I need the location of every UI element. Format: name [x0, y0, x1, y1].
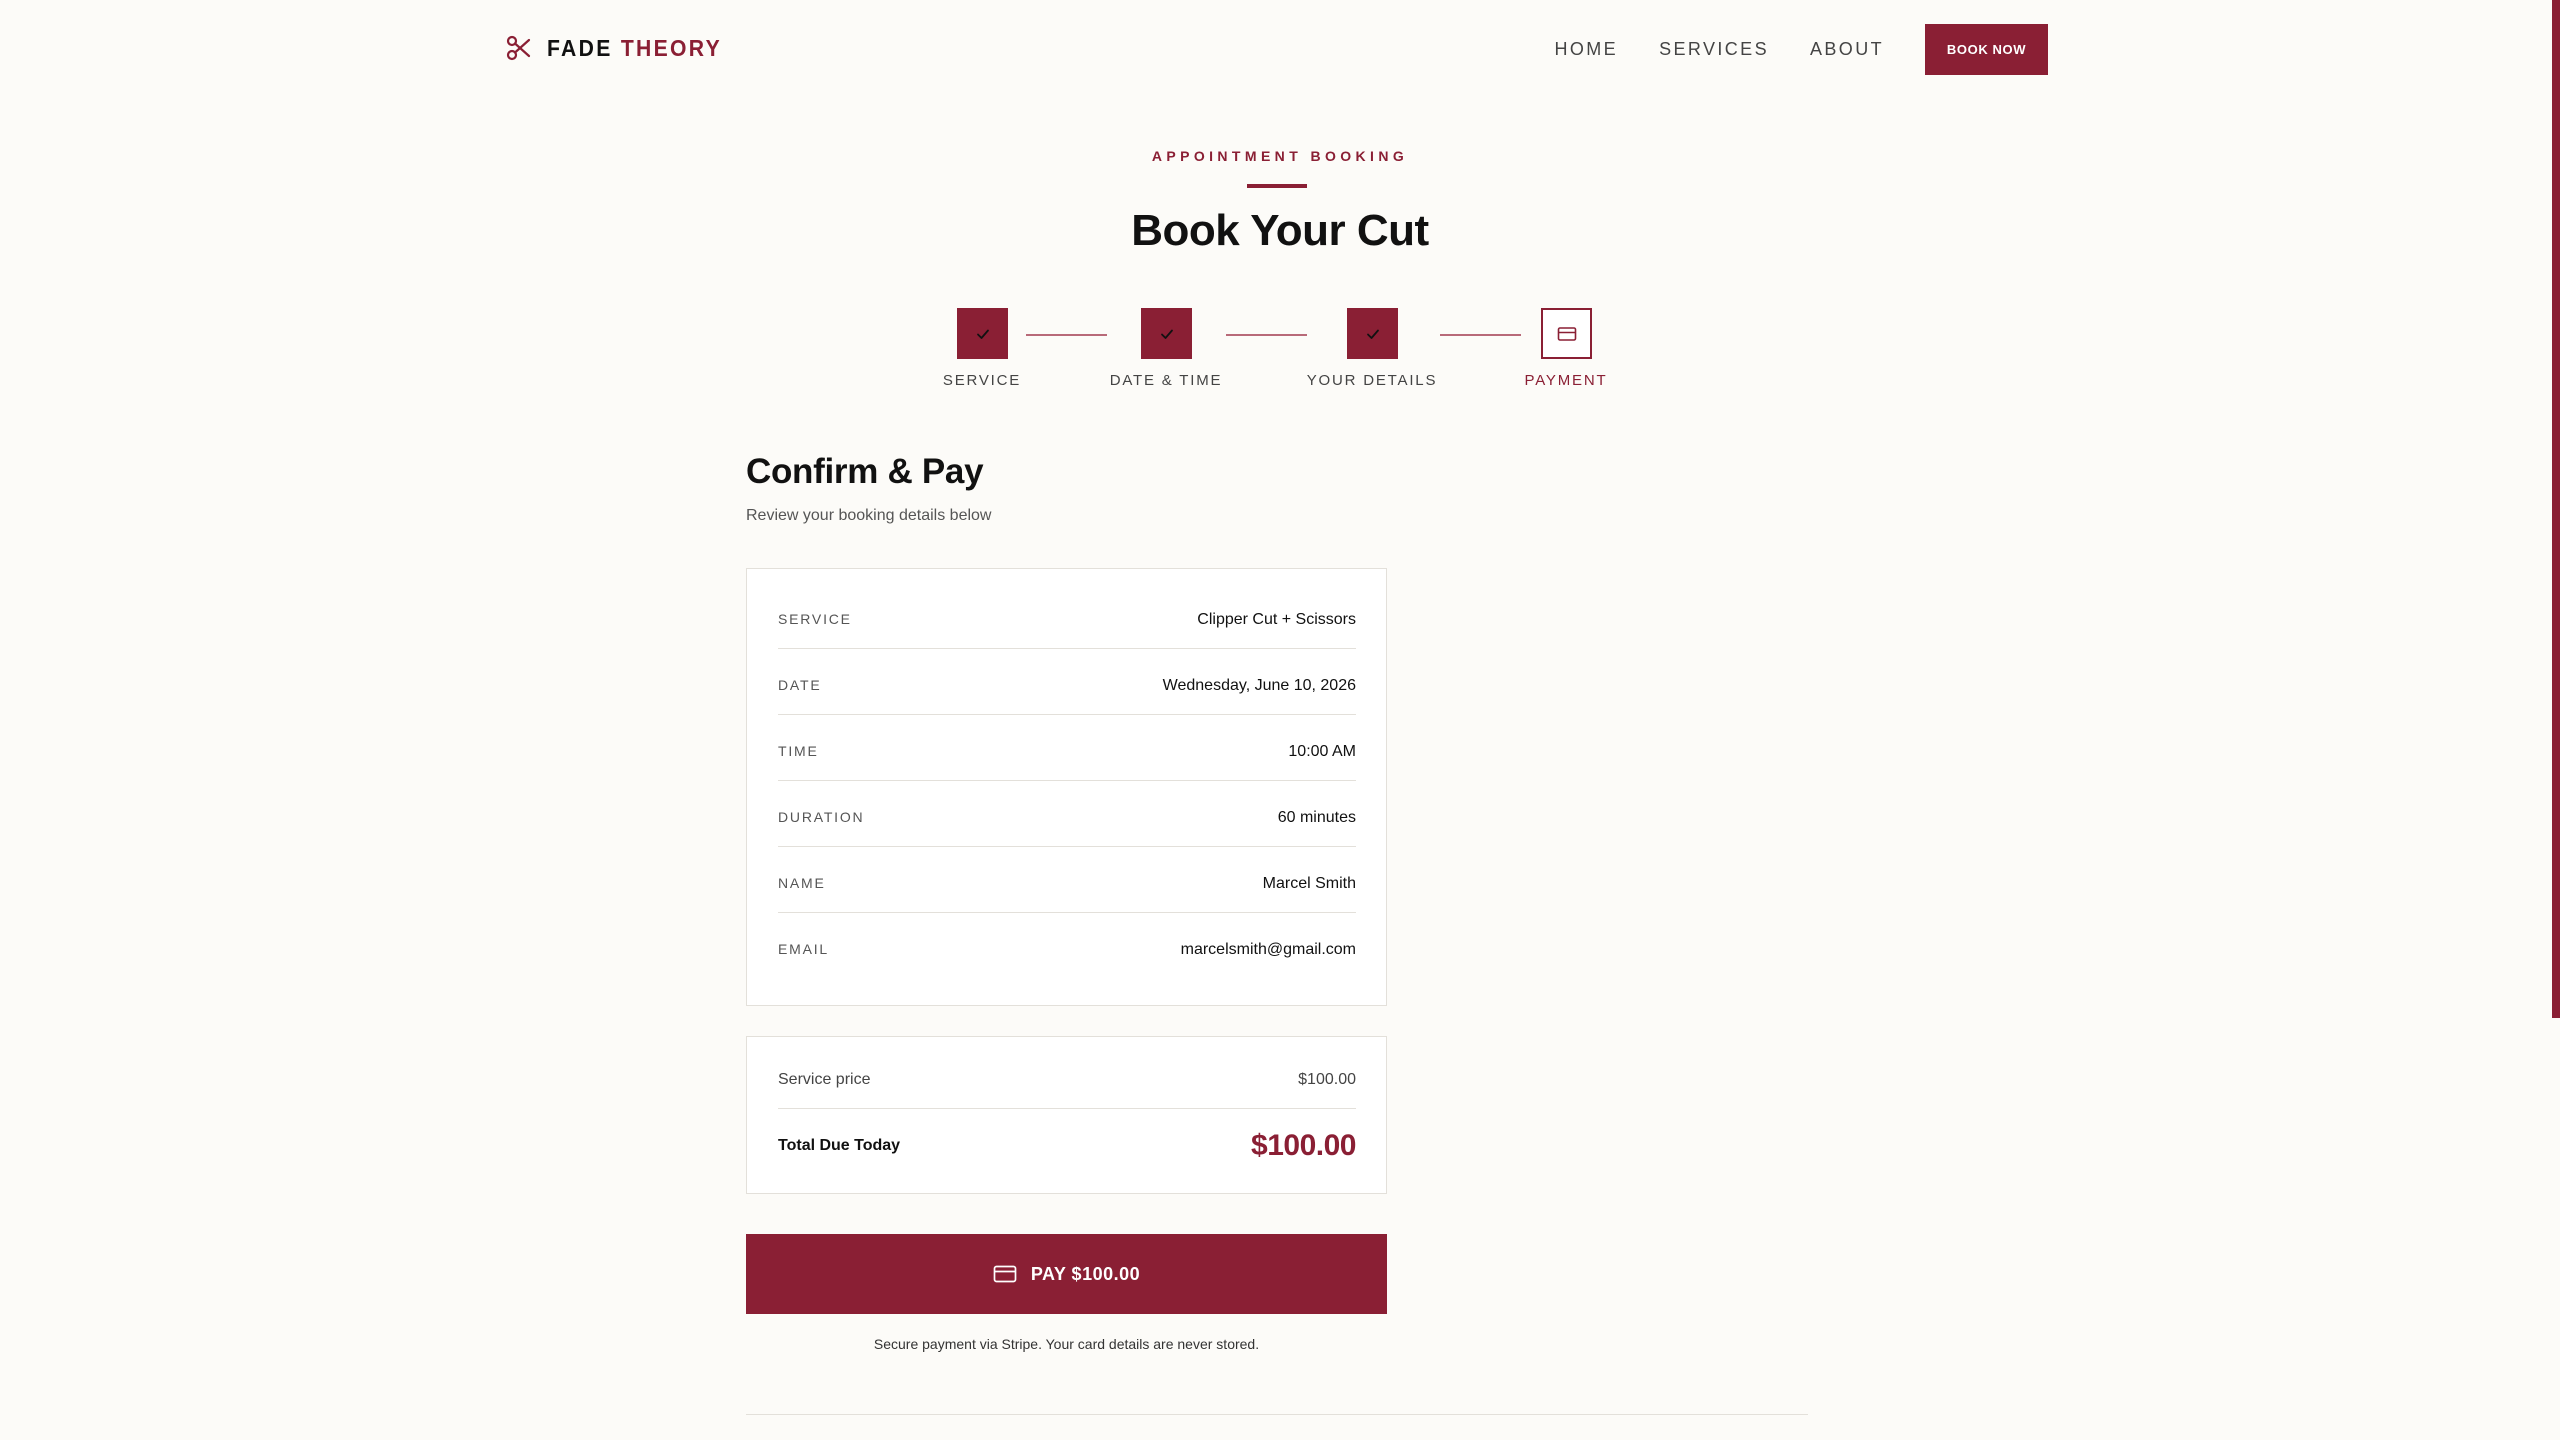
summary-label: EMAIL: [778, 941, 830, 957]
confirm-subtitle: Review your booking details below: [746, 507, 992, 524]
secure-payment-note: Secure payment via Stripe. Your card det…: [873, 1336, 1260, 1352]
step-service-indicator: [957, 308, 1008, 359]
price-summary-card: Service price $100.00 Total Due Today $1…: [746, 1036, 1387, 1194]
check-icon: [975, 326, 991, 342]
booking-page: FADE THEORY HOME SERVICES ABOUT BOOK NOW…: [0, 0, 2560, 1440]
summary-label: DATE: [778, 676, 822, 693]
confirm-title: Confirm & Pay: [746, 452, 984, 491]
summary-row-name: NAME Marcel Smith: [778, 847, 1356, 913]
step-connector: [1226, 334, 1307, 336]
page-title: Book Your Cut: [1131, 206, 1429, 255]
brand-name-first: FADE: [547, 34, 613, 61]
summary-row-duration: DURATION 60 minutes: [778, 781, 1356, 847]
step-connector: [1440, 334, 1521, 336]
booking-summary-card: SERVICE Clipper Cut + Scissors DATE Wedn…: [746, 568, 1387, 1006]
step-connector: [1026, 334, 1107, 336]
brand-name-second: THEORY: [620, 34, 723, 61]
summary-value: 60 minutes: [1277, 808, 1356, 826]
scrollbar-thumb[interactable]: [2552, 0, 2560, 1018]
check-icon: [1159, 326, 1175, 342]
summary-value: Clipper Cut + Scissors: [1197, 610, 1356, 628]
summary-row-time: TIME 10:00 AM: [778, 715, 1356, 781]
total-row: Total Due Today $100.00: [778, 1109, 1356, 1183]
summary-value: marcelsmith@gmail.com: [1180, 941, 1356, 958]
summary-label: NAME: [778, 874, 826, 891]
summary-row-service: SERVICE Clipper Cut + Scissors: [778, 583, 1356, 649]
pay-button-label: PAY $100.00: [1030, 1263, 1141, 1284]
nav-about-link[interactable]: ABOUT: [1810, 39, 1884, 60]
service-price-value: $100.00: [1298, 1070, 1356, 1088]
summary-value: 10:00 AM: [1288, 742, 1356, 760]
summary-value: Wednesday, June 10, 2026: [1162, 676, 1356, 694]
book-now-button[interactable]: BOOK NOW: [1925, 24, 2048, 75]
credit-card-icon: [993, 1265, 1017, 1283]
total-label: Total Due Today: [778, 1137, 901, 1154]
eyebrow-divider: [1247, 184, 1307, 188]
nav-services-link[interactable]: SERVICES: [1659, 39, 1769, 60]
summary-label: TIME: [778, 742, 819, 759]
check-icon: [1365, 326, 1381, 342]
step-payment-indicator: [1541, 308, 1592, 359]
step-label-service: SERVICE: [942, 372, 1022, 389]
step-label-your-details: YOUR DETAILS: [1306, 372, 1438, 389]
step-details-indicator: [1347, 308, 1398, 359]
main-nav: HOME SERVICES ABOUT BOOK NOW: [1554, 24, 2048, 75]
summary-row-date: DATE Wednesday, June 10, 2026: [778, 649, 1356, 715]
service-price-label: Service price: [778, 1070, 871, 1088]
service-price-row: Service price $100.00: [778, 1037, 1356, 1109]
scissors-icon: [505, 34, 533, 62]
step-datetime-indicator: [1141, 308, 1192, 359]
brand-logo[interactable]: FADE THEORY: [505, 34, 737, 62]
nav-home-link[interactable]: HOME: [1554, 39, 1618, 60]
summary-value: Marcel Smith: [1262, 874, 1356, 892]
credit-card-icon: [1557, 326, 1577, 342]
page-eyebrow: APPOINTMENT BOOKING: [1151, 148, 1409, 164]
pay-button[interactable]: PAY $100.00: [746, 1234, 1387, 1314]
footer-divider: [746, 1414, 1808, 1415]
step-label-date-time: DATE & TIME: [1109, 372, 1223, 389]
summary-label: SERVICE: [778, 610, 852, 627]
summary-label: DURATION: [778, 808, 865, 825]
brand-name: FADE THEORY: [547, 35, 722, 62]
summary-row-email: EMAIL marcelsmith@gmail.com: [778, 913, 1356, 979]
step-label-payment: PAYMENT: [1524, 372, 1608, 389]
total-value: $100.00: [1251, 1129, 1356, 1162]
scrollbar-track[interactable]: [2552, 0, 2560, 1440]
